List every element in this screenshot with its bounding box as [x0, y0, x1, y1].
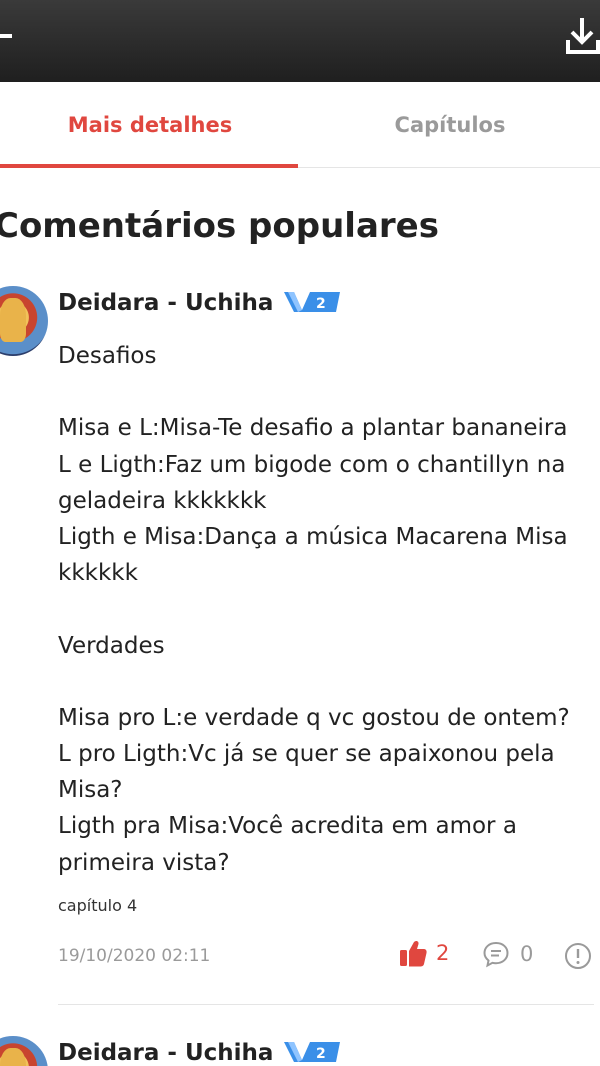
comment-line: Desafios — [58, 343, 157, 369]
like-button[interactable]: 2 — [398, 938, 449, 968]
comment-line: Ligth e Misa:Dança a música Macarena Mis… — [58, 523, 568, 550]
download-icon[interactable] — [564, 14, 600, 60]
avatar[interactable] — [0, 286, 48, 356]
comment-line — [58, 664, 598, 700]
tab-capitulos[interactable]: Capítulos — [300, 82, 600, 168]
avatar[interactable] — [0, 1036, 48, 1066]
comment-line: Ligth pra Misa:Você acredita em amor a — [58, 813, 517, 840]
report-icon[interactable] — [564, 942, 592, 970]
badge-level: 2 — [316, 1046, 326, 1062]
reply-button[interactable]: 0 — [482, 940, 533, 968]
section-title: Comentários populares — [0, 206, 439, 246]
tab-label: Capítulos — [394, 113, 506, 137]
reply-count: 0 — [520, 942, 534, 966]
badge-level: 2 — [316, 296, 326, 312]
level-badge-icon: 2 — [284, 1042, 340, 1062]
tab-mais-detalhes[interactable]: Mais detalhes — [0, 82, 300, 168]
comment-line: L pro Ligth:Vc já se quer se apaixonou p… — [58, 741, 555, 768]
level-badge-icon: 2 — [284, 292, 340, 312]
tab-label: Mais detalhes — [67, 113, 233, 137]
comment-line: kkkkkk — [58, 560, 138, 587]
top-app-bar — [0, 0, 600, 82]
comment-author[interactable]: Deidara - Uchiha — [58, 290, 273, 316]
thumbs-up-icon — [400, 940, 427, 967]
comment-line — [58, 374, 598, 410]
comment-date: 19/10/2020 02:11 — [58, 946, 211, 966]
comment-line: Misa e L:Misa-Te desafio a plantar banan… — [58, 415, 568, 442]
comment-body: Desafios Misa e L:Misa-Te desafio a plan… — [58, 338, 598, 881]
comment-line: primeira vista? — [58, 849, 230, 876]
comment-author[interactable]: Deidara - Uchiha — [58, 1040, 273, 1066]
comment-divider — [58, 1004, 594, 1005]
comment-line: geladeira kkkkkkk — [58, 487, 267, 514]
comment-line: L e Ligth:Faz um bigode com o chantillyn… — [58, 451, 566, 478]
reply-bubble-icon — [483, 941, 509, 968]
back-icon[interactable] — [0, 34, 12, 38]
comment-line: Misa? — [58, 777, 123, 804]
comment-line — [58, 591, 598, 627]
comment-line: Verdades — [58, 632, 165, 659]
like-count: 2 — [436, 941, 450, 965]
comment-line: Misa pro L:e verdade q vc gostou de onte… — [58, 704, 570, 731]
chapter-reference[interactable]: capítulo 4 — [58, 896, 137, 915]
tab-bar: Mais detalhes Capítulos — [0, 82, 600, 168]
